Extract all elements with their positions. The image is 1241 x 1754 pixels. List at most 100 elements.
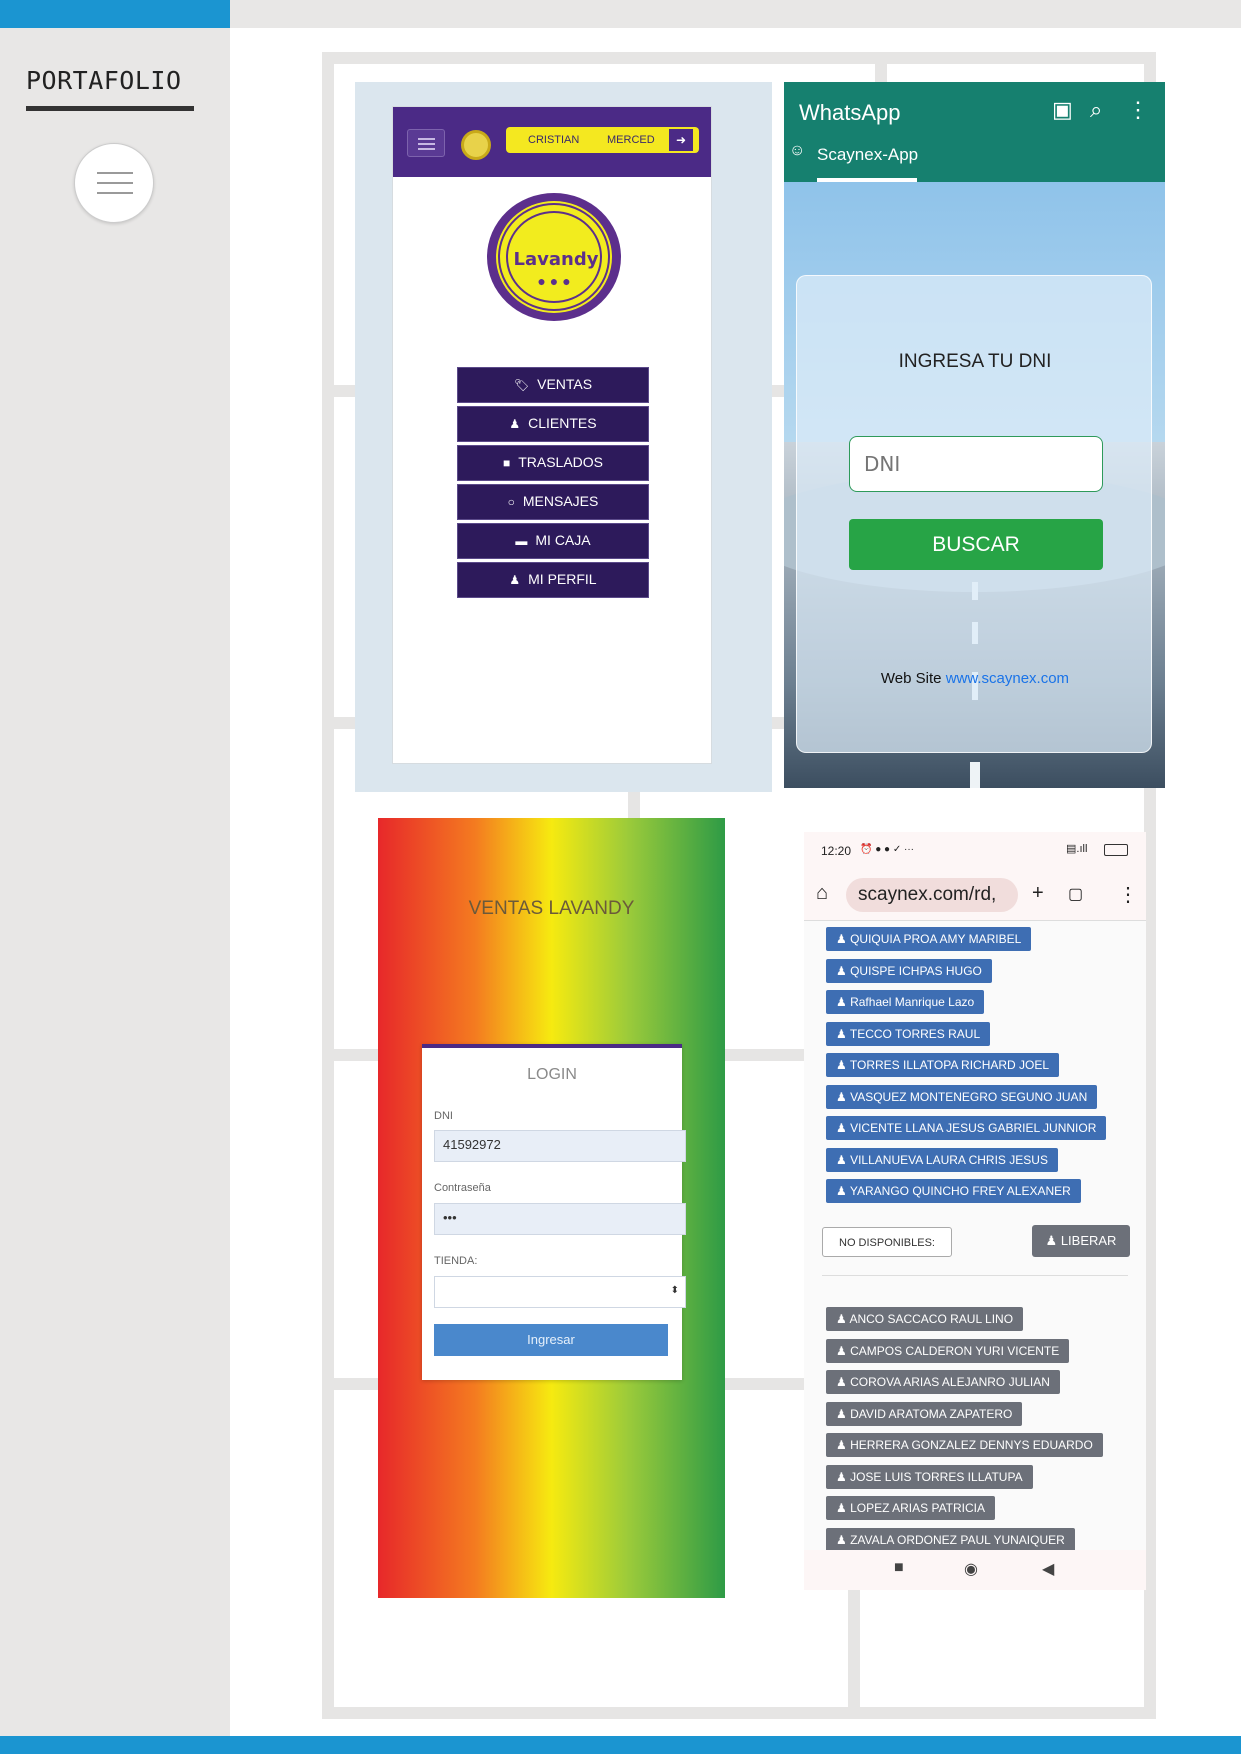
hamburger-icon-line	[97, 182, 133, 184]
back-icon[interactable]: ◀	[1042, 1559, 1054, 1579]
active-tab-indicator	[817, 178, 917, 182]
android-nav-bar: ■ ◉ ◀	[804, 1550, 1146, 1590]
password-label: Contraseña	[434, 1182, 491, 1194]
user-first-name: CRISTIAN	[528, 134, 580, 146]
available-worker[interactable]: ♟ TECCO TORRES RAUL	[826, 1022, 991, 1046]
logo-inner-ring: Lavandy ●●●	[506, 211, 602, 303]
unavailable-worker[interactable]: ♟ HERRERA GONZALEZ DENNYS EDUARDO	[826, 1433, 1103, 1457]
lavandy-menu-button[interactable]	[407, 129, 445, 157]
unavailable-worker[interactable]: ♟ LOPEZ ARIAS PATRICIA	[826, 1496, 996, 1520]
dni-prompt: INGRESA TU DNI	[898, 351, 1052, 372]
liberar-label: LIBERAR	[1060, 1233, 1117, 1248]
available-worker[interactable]: ♟ VILLANUEVA LAURA CHRIS JESUS	[826, 1148, 1058, 1172]
hamburger-icon-line	[418, 148, 435, 150]
logo-dots: ●●●	[537, 273, 575, 289]
unavailable-worker[interactable]: ♟ JOSE LUIS TORRES ILLATUPA	[826, 1465, 1033, 1489]
avatar[interactable]	[461, 130, 491, 160]
ventas-login-screenshot: VENTAS LAVANDY LOGIN DNI 41592972 Contra…	[378, 818, 725, 1598]
menu-traslados-label: TRASLADOS	[518, 454, 604, 470]
menu-mi-perfil-button[interactable]: ♟ MI PERFIL	[457, 562, 649, 598]
search-icon[interactable]: ⌕	[1090, 97, 1102, 123]
whatsapp-icon: ○	[507, 495, 515, 509]
worker-list: ♟ QUIQUIA PROA AMY MARIBEL ♟ QUISPE ICHP…	[804, 920, 1146, 1552]
status-icons: ⏰ ● ● ✓ ···	[860, 844, 915, 855]
menu-traslados-button[interactable]: ■ TRASLADOS	[457, 445, 649, 481]
browser-url-bar: ⌂ scaynex.com/rd, + ▢ ⋮	[804, 870, 1146, 920]
tab-scaynex-app[interactable]: Scaynex-App	[817, 145, 918, 165]
lavandy-logo: Lavandy ●●●	[487, 193, 621, 321]
user-icon: ♟	[509, 573, 521, 587]
tabs-icon[interactable]: ▢	[1068, 884, 1083, 904]
available-worker[interactable]: ♟ YARANGO QUINCHO FREY ALEXANER	[826, 1179, 1081, 1203]
top-bar	[230, 0, 1241, 28]
tag-icon: 🏷︎	[513, 378, 530, 392]
top-accent-bar	[0, 0, 230, 28]
status-bar: 12:20 ⏰ ● ● ✓ ··· ▤.ıll	[804, 832, 1146, 870]
bottom-accent-bar	[0, 1736, 1241, 1754]
logout-icon[interactable]: ➜	[669, 129, 693, 151]
lane-marking	[970, 762, 980, 788]
more-icon[interactable]: ⋮	[1127, 97, 1149, 123]
user-icon: ♟	[509, 417, 521, 431]
menu-clientes-button[interactable]: ♟ CLIENTES	[457, 406, 649, 442]
ingresar-button[interactable]: Ingresar	[434, 1324, 668, 1356]
lavandy-phone: CRISTIAN MERCED ➜ Lavandy ●●● 🏷︎ VENTAS ♟…	[392, 106, 712, 764]
chevron-updown-icon: ⬍	[670, 1285, 679, 1296]
sidebar	[0, 28, 230, 1736]
menu-button[interactable]	[74, 143, 154, 223]
web-site-link[interactable]: www.scaynex.com	[946, 670, 1069, 687]
browser-screenshot: 12:20 ⏰ ● ● ✓ ··· ▤.ıll ⌂ scaynex.com/rd…	[804, 832, 1146, 1590]
cash-icon: ▬	[515, 534, 528, 548]
available-worker[interactable]: ♟ QUISPE ICHPAS HUGO	[826, 959, 992, 983]
buscar-button[interactable]: BUSCAR	[849, 519, 1103, 570]
menu-ventas-label: VENTAS	[537, 376, 593, 392]
available-worker[interactable]: ♟ Rafhael Manrique Lazo	[826, 990, 985, 1014]
user-bar: CRISTIAN MERCED ➜	[506, 127, 699, 153]
hamburger-icon-line	[97, 192, 133, 194]
menu-mi-perfil-label: MI PERFIL	[528, 571, 597, 587]
whatsapp-screenshot: WhatsApp ▣ ⌕ ⋮ ☺ Scaynex-App INGRESA TU …	[784, 82, 1165, 788]
available-worker[interactable]: ♟ VASQUEZ MONTENEGRO SEGUNO JUAN	[826, 1085, 1098, 1109]
whatsapp-header: WhatsApp ▣ ⌕ ⋮ ☺ Scaynex-App	[784, 82, 1165, 182]
login-card: LOGIN DNI 41592972 Contraseña ••• TIENDA…	[422, 1044, 686, 1380]
user-second-name: MERCED	[607, 134, 655, 146]
recents-icon[interactable]: ■	[894, 1559, 904, 1577]
camera-icon[interactable]: ▣	[1052, 97, 1073, 123]
hamburger-icon	[418, 138, 435, 140]
menu-clientes-label: CLIENTES	[528, 415, 597, 431]
home-icon[interactable]: ⌂	[816, 882, 828, 905]
password-field[interactable]: •••	[434, 1203, 686, 1235]
brand-title: PORTAFOLIO	[26, 66, 182, 95]
address-field[interactable]: scaynex.com/rd,	[846, 878, 1018, 912]
store-label: TIENDA:	[434, 1255, 478, 1267]
lavandy-header: CRISTIAN MERCED ➜	[393, 107, 711, 177]
no-disponibles-label: NO DISPONIBLES:	[822, 1227, 952, 1257]
available-worker[interactable]: ♟ QUIQUIA PROA AMY MARIBEL	[826, 927, 1032, 951]
web-site-line: Web Site www.scaynex.com	[797, 670, 1153, 687]
available-worker[interactable]: ♟ TORRES ILLATOPA RICHARD JOEL	[826, 1053, 1060, 1077]
unavailable-worker[interactable]: ♟ CAMPOS CALDERON YURI VICENTE	[826, 1339, 1070, 1363]
menu-ventas-button[interactable]: 🏷︎ VENTAS	[457, 367, 649, 403]
logo-ring: Lavandy ●●●	[498, 203, 610, 311]
liberar-button[interactable]: ♟ LIBERAR	[1032, 1225, 1130, 1257]
unavailable-worker[interactable]: ♟ COROVA ARIAS ALEJANRO JULIAN	[826, 1370, 1060, 1394]
unavailable-worker[interactable]: ♟ ANCO SACCACO RAUL LINO	[826, 1307, 1024, 1331]
status-time: 12:20	[821, 844, 852, 858]
hamburger-icon	[97, 172, 133, 174]
hamburger-icon-line	[418, 143, 435, 145]
logo-text: Lavandy	[513, 249, 599, 270]
available-worker[interactable]: ♟ VICENTE LLANA JESUS GABRIEL JUNNIOR	[826, 1116, 1107, 1140]
menu-mensajes-button[interactable]: ○ MENSAJES	[457, 484, 649, 520]
unavailable-worker[interactable]: ♟ DAVID ARATOMA ZAPATERO	[826, 1402, 1023, 1426]
unavailable-worker[interactable]: ♟ ZAVALA ORDONEZ PAUL YUNAIQUER	[826, 1528, 1075, 1552]
new-tab-icon[interactable]: +	[1032, 882, 1044, 905]
store-select[interactable]: ⬍	[434, 1276, 686, 1308]
dni-input[interactable]	[849, 436, 1103, 492]
menu-mi-caja-label: MI CAJA	[535, 532, 591, 548]
more-icon[interactable]: ⋮	[1118, 882, 1138, 907]
dni-field[interactable]: 41592972	[434, 1130, 686, 1162]
menu-mi-caja-button[interactable]: ▬ MI CAJA	[457, 523, 649, 559]
web-site-label: Web Site	[880, 670, 942, 687]
home-button-icon[interactable]: ◉	[964, 1559, 978, 1579]
battery-icon	[1104, 844, 1128, 856]
